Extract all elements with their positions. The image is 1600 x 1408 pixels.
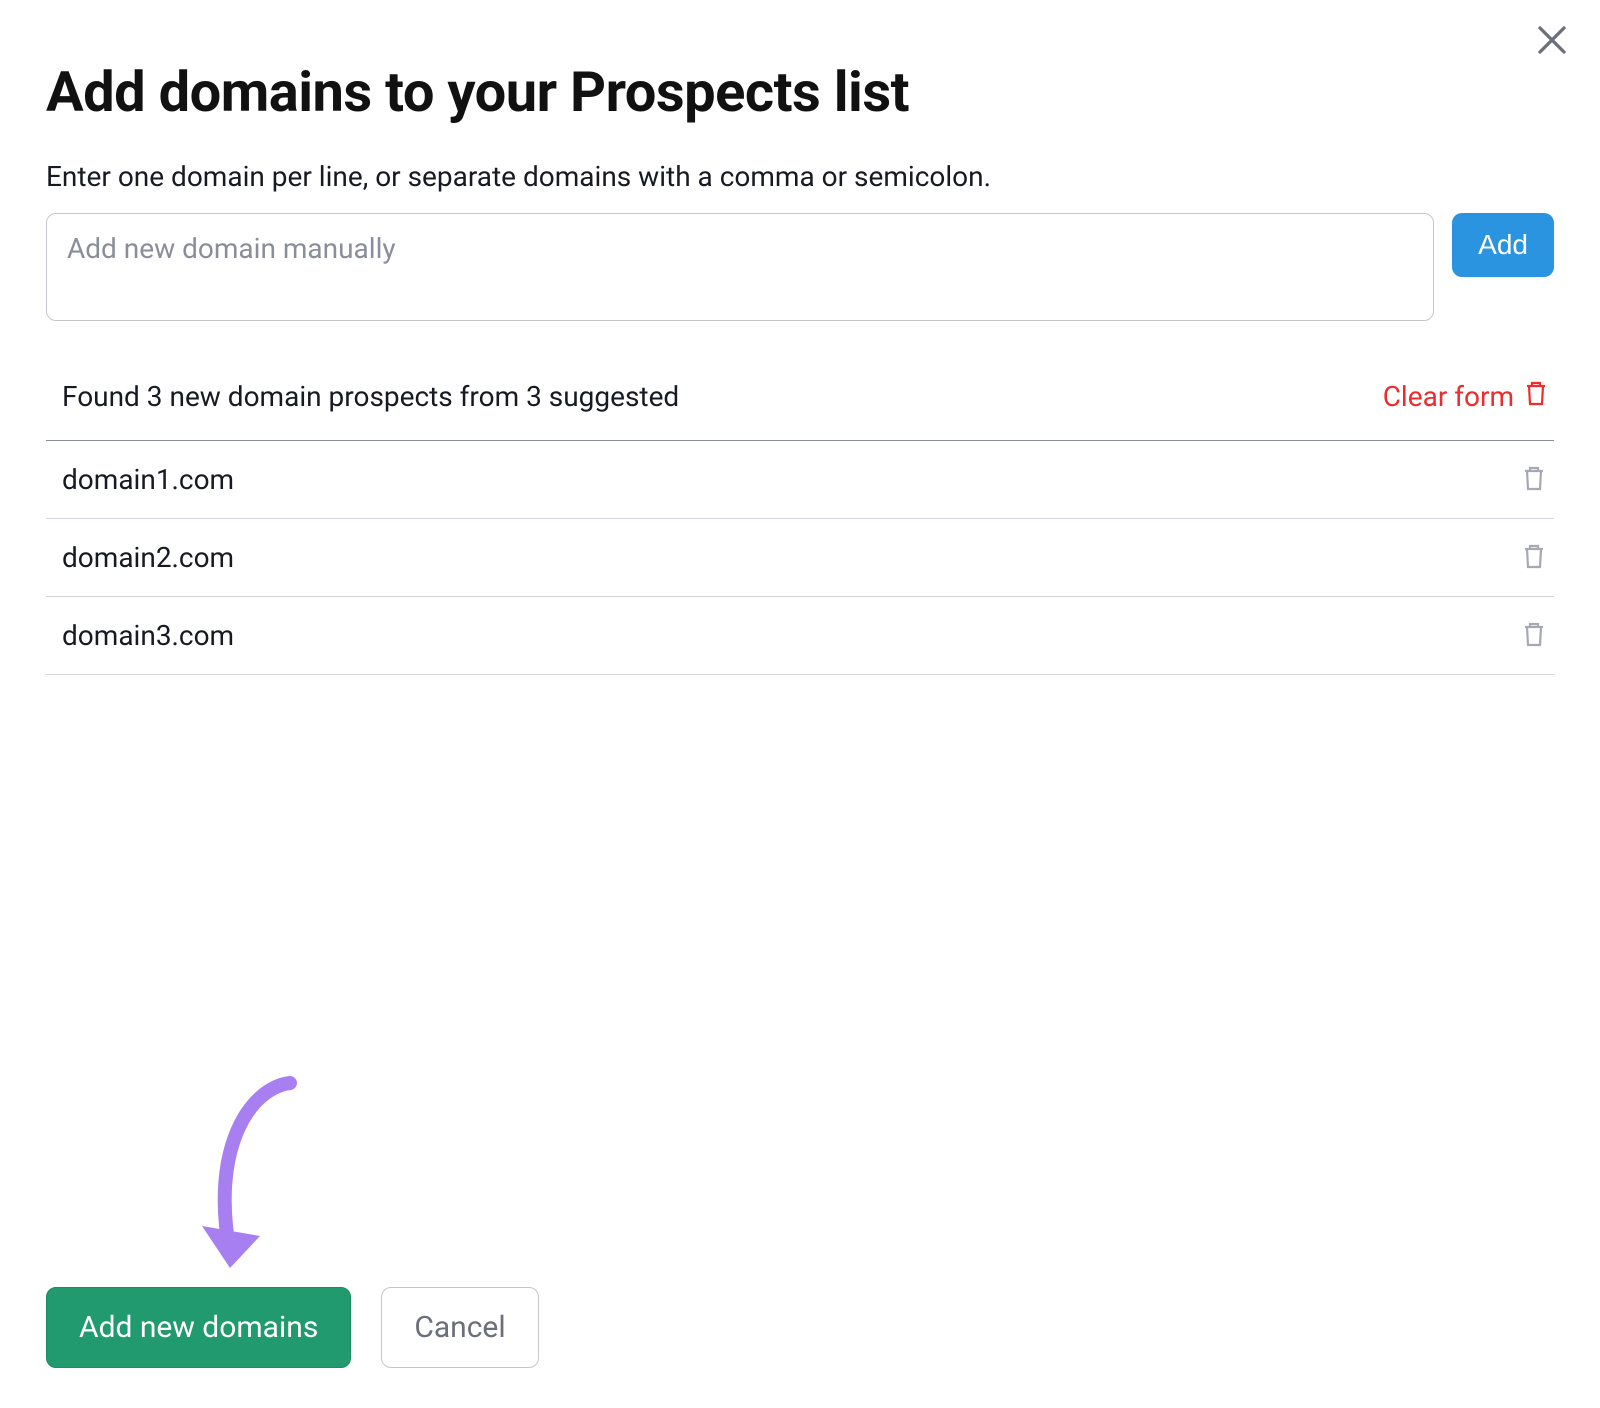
found-summary-row: Found 3 new domain prospects from 3 sugg… xyxy=(46,367,1554,441)
cancel-button[interactable]: Cancel xyxy=(381,1287,538,1368)
close-icon xyxy=(1534,22,1570,62)
delete-domain-button[interactable] xyxy=(1522,542,1546,574)
domain-row: domain1.com xyxy=(46,441,1554,519)
clear-form-label: Clear form xyxy=(1383,380,1514,413)
trash-icon xyxy=(1524,379,1548,414)
domain-name: domain3.com xyxy=(62,619,234,652)
found-text: Found 3 new domain prospects from 3 sugg… xyxy=(62,380,679,413)
add-domains-modal: Add domains to your Prospects list Enter… xyxy=(0,0,1600,1408)
input-row: Add xyxy=(46,213,1554,321)
trash-icon xyxy=(1522,542,1546,574)
trash-icon xyxy=(1522,464,1546,496)
delete-domain-button[interactable] xyxy=(1522,620,1546,652)
domain-row: domain2.com xyxy=(46,519,1554,597)
domain-name: domain2.com xyxy=(62,541,234,574)
clear-form-button[interactable]: Clear form xyxy=(1383,379,1554,414)
domain-list: domain1.com domain2.com domain3.co xyxy=(46,441,1554,675)
arrow-annotation-icon xyxy=(190,1068,320,1298)
delete-domain-button[interactable] xyxy=(1522,464,1546,496)
domain-input[interactable] xyxy=(46,213,1434,321)
domain-name: domain1.com xyxy=(62,463,234,496)
close-button[interactable] xyxy=(1528,18,1576,66)
add-new-domains-button[interactable]: Add new domains xyxy=(46,1287,351,1368)
trash-icon xyxy=(1522,620,1546,652)
modal-title: Add domains to your Prospects list xyxy=(46,60,1554,124)
domain-row: domain3.com xyxy=(46,597,1554,675)
modal-subtext: Enter one domain per line, or separate d… xyxy=(46,160,1554,193)
modal-footer: Add new domains Cancel xyxy=(46,1287,539,1368)
add-button[interactable]: Add xyxy=(1452,213,1554,277)
